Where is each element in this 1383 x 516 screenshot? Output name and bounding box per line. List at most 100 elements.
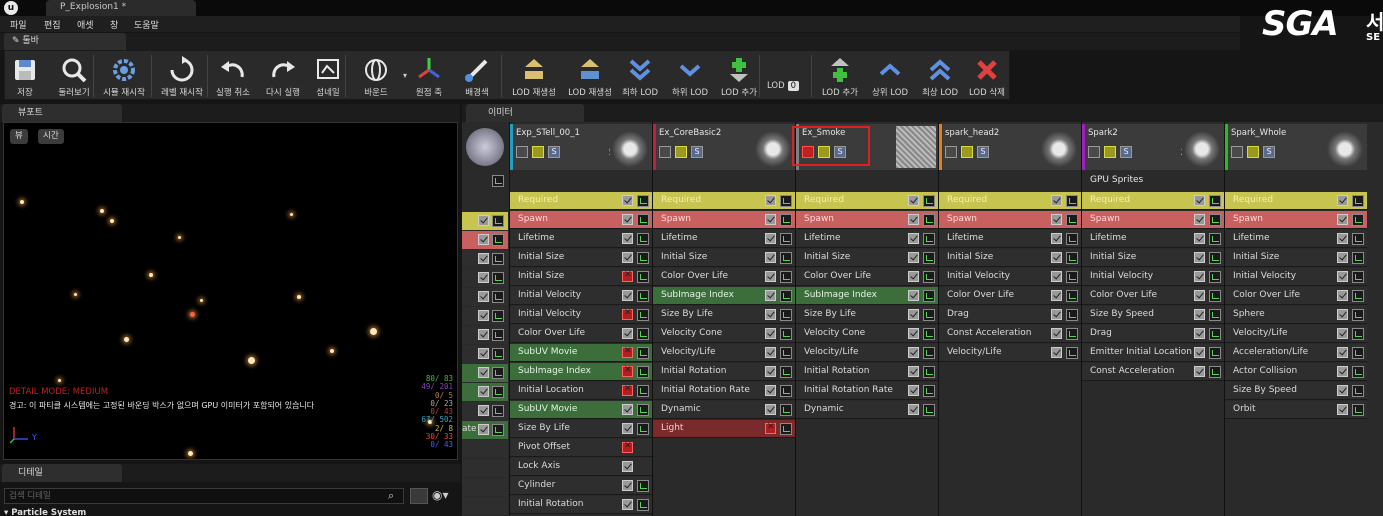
graph-toggle-icon[interactable] [1352, 233, 1364, 245]
graph-toggle-icon[interactable] [1209, 366, 1221, 378]
graph-toggle-icon[interactable] [780, 195, 792, 207]
graph-toggle-icon[interactable] [780, 309, 792, 321]
emitter-header[interactable]: Spark2S201 [1082, 124, 1224, 170]
graph-toggle-icon[interactable] [780, 328, 792, 340]
module-enable-checkbox[interactable] [765, 309, 776, 320]
graph-toggle-icon[interactable] [780, 385, 792, 397]
toolbar-button-regen-lod2[interactable]: LOD 재생성 [563, 51, 617, 101]
graph-toggle-icon[interactable] [1209, 290, 1221, 302]
toolbar-button-higher-lod[interactable]: 상위 LOD [867, 51, 913, 101]
module-enable-checkbox[interactable] [1337, 309, 1348, 320]
graph-toggle-icon[interactable] [923, 290, 935, 302]
graph-toggle-icon[interactable] [1352, 328, 1364, 340]
module-enable-checkbox[interactable] [1337, 347, 1348, 358]
details-search-input[interactable]: 검색 디테일 [4, 488, 404, 504]
module-enable-checkbox[interactable] [478, 272, 489, 283]
module-enable-checkbox[interactable] [622, 480, 633, 491]
module-enable-checkbox[interactable] [1194, 214, 1205, 225]
module-row[interactable]: Initial Rotation [653, 363, 795, 381]
module-enable-checkbox[interactable] [1051, 309, 1062, 320]
module-enable-checkbox[interactable] [765, 214, 776, 225]
graph-toggle-icon[interactable] [780, 366, 792, 378]
module-enable-checkbox[interactable] [1194, 347, 1205, 358]
emitters-tab[interactable]: 이미터 [466, 104, 584, 122]
graph-toggle-icon[interactable] [492, 272, 504, 284]
module-row[interactable]: Initial Size [939, 249, 1081, 267]
module-row[interactable]: Light [653, 420, 795, 438]
module-row[interactable]: Emitter Initial Location [1082, 344, 1224, 362]
module-row[interactable]: Color Over Life [510, 325, 652, 343]
lod-field[interactable]: LOD 0 [767, 81, 800, 91]
graph-toggle-icon[interactable] [637, 195, 649, 207]
module-enable-checkbox[interactable] [622, 384, 633, 396]
graph-toggle-icon[interactable] [1209, 195, 1221, 207]
module-enable-checkbox[interactable] [1337, 366, 1348, 377]
module-enable-checkbox[interactable] [622, 252, 633, 263]
menu-asset[interactable]: 애셋 [77, 18, 94, 31]
module-enable-checkbox[interactable] [622, 290, 633, 301]
emitter-header[interactable]: spark_head2S5 [939, 124, 1081, 170]
module-enable-checkbox[interactable] [1051, 252, 1062, 263]
module-enable-checkbox[interactable] [1337, 385, 1348, 396]
graph-toggle-icon[interactable] [492, 310, 504, 322]
module-enable-checkbox[interactable] [1194, 233, 1205, 244]
graph-toggle-icon[interactable] [1352, 290, 1364, 302]
graph-toggle-icon[interactable] [637, 480, 649, 492]
module-row[interactable]: Actor Collision [1225, 363, 1367, 381]
module-enable-checkbox[interactable] [622, 328, 633, 339]
module-enable-checkbox[interactable] [1337, 195, 1348, 206]
emitter-s-icon[interactable]: S [691, 146, 703, 158]
module-enable-checkbox[interactable] [908, 271, 919, 282]
emitter-s-icon[interactable]: S [548, 146, 560, 158]
toolbar-button-add-lod[interactable]: LOD 추가 [717, 51, 761, 101]
graph-toggle-icon[interactable] [637, 271, 649, 283]
graph-toggle-icon[interactable] [1352, 271, 1364, 283]
graph-toggle-icon[interactable] [1352, 309, 1364, 321]
module-enable-checkbox[interactable] [765, 233, 776, 244]
module-row[interactable]: Color Over Life [796, 268, 938, 286]
module-enable-checkbox[interactable] [765, 347, 776, 358]
module-row[interactable]: Size By Life [796, 306, 938, 324]
graph-toggle-icon[interactable] [637, 423, 649, 435]
module-enable-checkbox[interactable] [622, 365, 633, 377]
module-enable-checkbox[interactable] [478, 424, 489, 435]
module-row[interactable]: Initial Size [1082, 249, 1224, 267]
module-enable-checkbox[interactable] [1337, 252, 1348, 263]
module-row[interactable]: Required [796, 192, 938, 210]
module-enable-checkbox[interactable] [1051, 271, 1062, 282]
module-row[interactable]: Velocity Cone [653, 325, 795, 343]
emitter-column[interactable]: Ex_SmokeS23RequiredSpawnLifetimeInitial … [792, 122, 938, 516]
graph-toggle-icon[interactable] [637, 385, 649, 397]
module-enable-checkbox[interactable] [765, 385, 776, 396]
module-enable-checkbox[interactable] [622, 214, 633, 225]
graph-toggle-icon[interactable] [492, 386, 504, 398]
module-row[interactable]: Color Over Life [1082, 287, 1224, 305]
graph-toggle-icon[interactable] [492, 234, 504, 246]
module-row[interactable]: Lock Axis [510, 458, 652, 476]
module-enable-checkbox[interactable] [478, 253, 489, 264]
module-enable-checkbox[interactable] [622, 461, 633, 472]
module-row[interactable]: SubImage Index [510, 363, 652, 381]
module-row[interactable]: Size By Speed [1082, 306, 1224, 324]
graph-toggle-icon[interactable] [923, 195, 935, 207]
module-enable-checkbox[interactable] [765, 366, 776, 377]
graph-toggle-icon[interactable] [923, 214, 935, 226]
graph-toggle-icon[interactable] [492, 367, 504, 379]
module-row[interactable]: SubUV Movie [510, 401, 652, 419]
toolbar-button-restart-sim[interactable]: 시뮬 재시작 [97, 51, 151, 101]
particle-system-section[interactable]: ▾ Particle System [4, 508, 86, 516]
graph-toggle-icon[interactable] [780, 233, 792, 245]
module-row[interactable]: Size By Life [510, 420, 652, 438]
module-enable-checkbox[interactable] [478, 215, 489, 226]
module-row[interactable]: Initial Size [510, 268, 652, 286]
module-row[interactable]: Required [939, 192, 1081, 210]
emitter-header[interactable]: Exp_STell_00_1S502 [510, 124, 652, 170]
module-row[interactable]: Initial Velocity [1082, 268, 1224, 286]
module-enable-checkbox[interactable] [765, 422, 776, 434]
module-enable-checkbox[interactable] [622, 346, 633, 358]
toolbar-button-redo[interactable]: 다시 실행 [259, 51, 307, 101]
module-row[interactable]: Velocity/Life [653, 344, 795, 362]
module-row[interactable]: Dynamic [796, 401, 938, 419]
graph-toggle-icon[interactable] [1352, 214, 1364, 226]
graph-toggle-icon[interactable] [780, 290, 792, 302]
